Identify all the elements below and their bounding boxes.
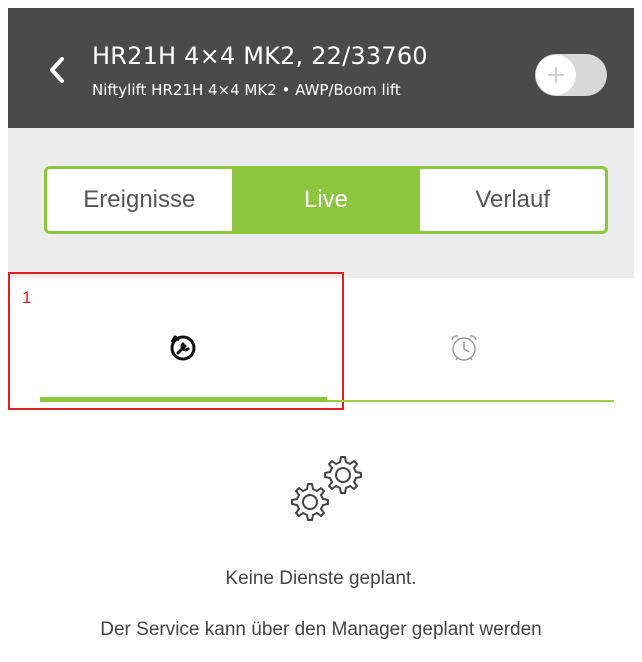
- empty-state-title: Keine Dienste geplant.: [225, 568, 417, 589]
- segment-verlauf[interactable]: Verlauf: [418, 169, 605, 231]
- toggle-knob: [536, 55, 576, 95]
- app-header: HR21H 4×4 MK2, 22/33760 Niftylift HR21H …: [8, 8, 634, 128]
- segment-area: Ereignisse Live Verlauf: [8, 128, 634, 278]
- alarm-clock-icon: [451, 335, 477, 361]
- segment-live[interactable]: Live: [231, 169, 419, 231]
- annotation-number: 1: [22, 288, 32, 307]
- empty-state-description: Der Service kann über den Manager geplan…: [100, 619, 542, 640]
- tab-service[interactable]: [165, 330, 201, 366]
- chevron-left-icon: [50, 57, 64, 83]
- page-title: HR21H 4×4 MK2, 22/33760: [92, 42, 428, 70]
- service-wrench-icon: [170, 335, 196, 361]
- back-button[interactable]: [42, 50, 72, 90]
- view-switcher: Ereignisse Live Verlauf: [44, 166, 608, 234]
- gears-icon: [291, 456, 362, 521]
- plus-icon: [548, 67, 564, 83]
- tab-alarm[interactable]: [446, 330, 482, 366]
- tab-active-indicator: [40, 397, 327, 402]
- segment-ereignisse[interactable]: Ereignisse: [47, 169, 232, 231]
- page-subtitle: Niftylift HR21H 4×4 MK2 • AWP/Boom lift: [92, 81, 401, 99]
- add-toggle[interactable]: [535, 54, 607, 96]
